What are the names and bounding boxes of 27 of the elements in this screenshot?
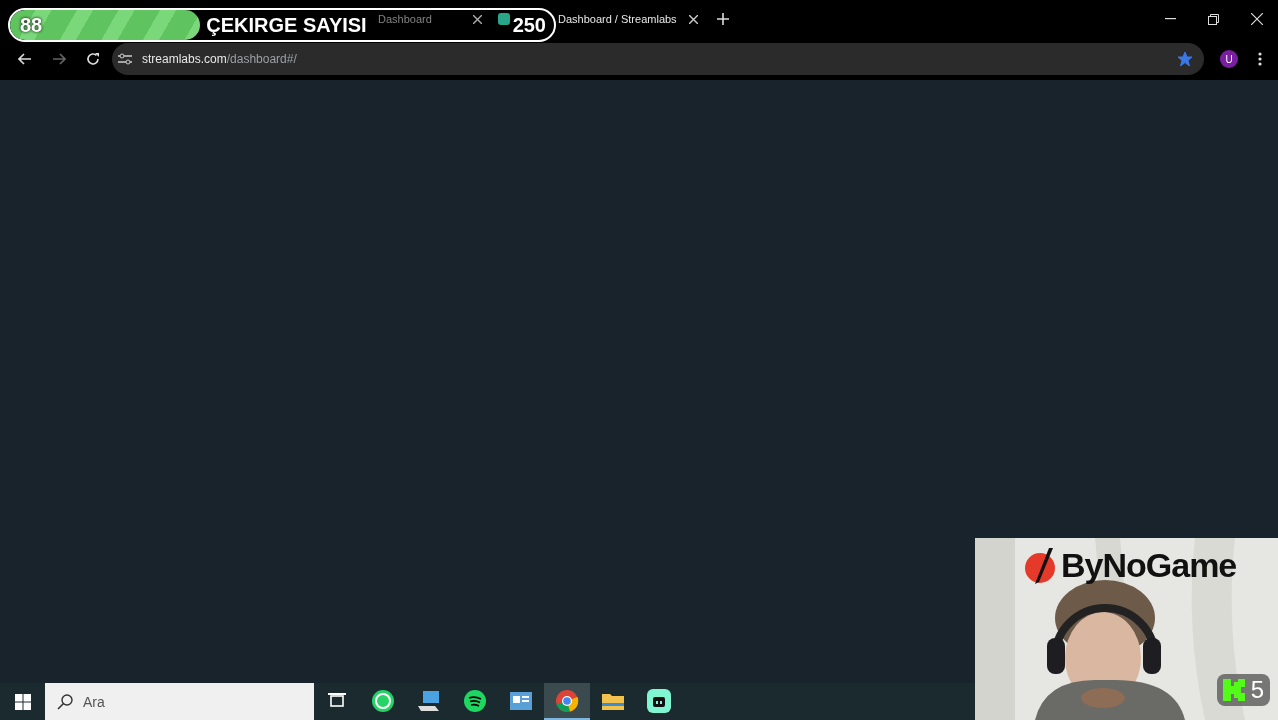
logo-text: ByNoGame (1061, 546, 1237, 585)
counter-current: 88 (20, 13, 43, 37)
search-field[interactable]: Ara (45, 683, 314, 720)
close-icon[interactable] (689, 14, 698, 24)
search-icon (57, 693, 73, 710)
k-icon (1222, 679, 1245, 701)
tab-title: Dashboard (378, 13, 433, 25)
logo-icon (1023, 547, 1057, 584)
url-text: streamlabs.com/dashboard#/ (142, 52, 297, 66)
profile-avatar[interactable]: U (1220, 50, 1238, 68)
search-placeholder: Ara (83, 693, 105, 710)
site-settings-icon[interactable] (118, 53, 132, 65)
star-icon[interactable] (1178, 52, 1192, 66)
browser-icon[interactable] (555, 688, 579, 713)
tab-title: Dashboard / Streamlabs (558, 13, 678, 25)
counter-label: ÇEKIRGE SAYISI (206, 13, 367, 37)
viewer-count: 5 (1250, 676, 1264, 704)
counter-goal: 250 (512, 13, 546, 37)
music-app-icon[interactable] (463, 688, 487, 713)
computer-icon[interactable] (417, 689, 441, 712)
browser-tab[interactable]: Dashboard (370, 4, 490, 34)
address-field[interactable]: streamlabs.com/dashboard#/ (112, 43, 1204, 75)
news-icon[interactable] (510, 691, 532, 710)
streaming-app-icon (498, 13, 510, 25)
task-view-icon[interactable] (328, 692, 346, 709)
close-icon[interactable] (473, 14, 482, 24)
streaming-app-icon[interactable] (647, 688, 671, 713)
